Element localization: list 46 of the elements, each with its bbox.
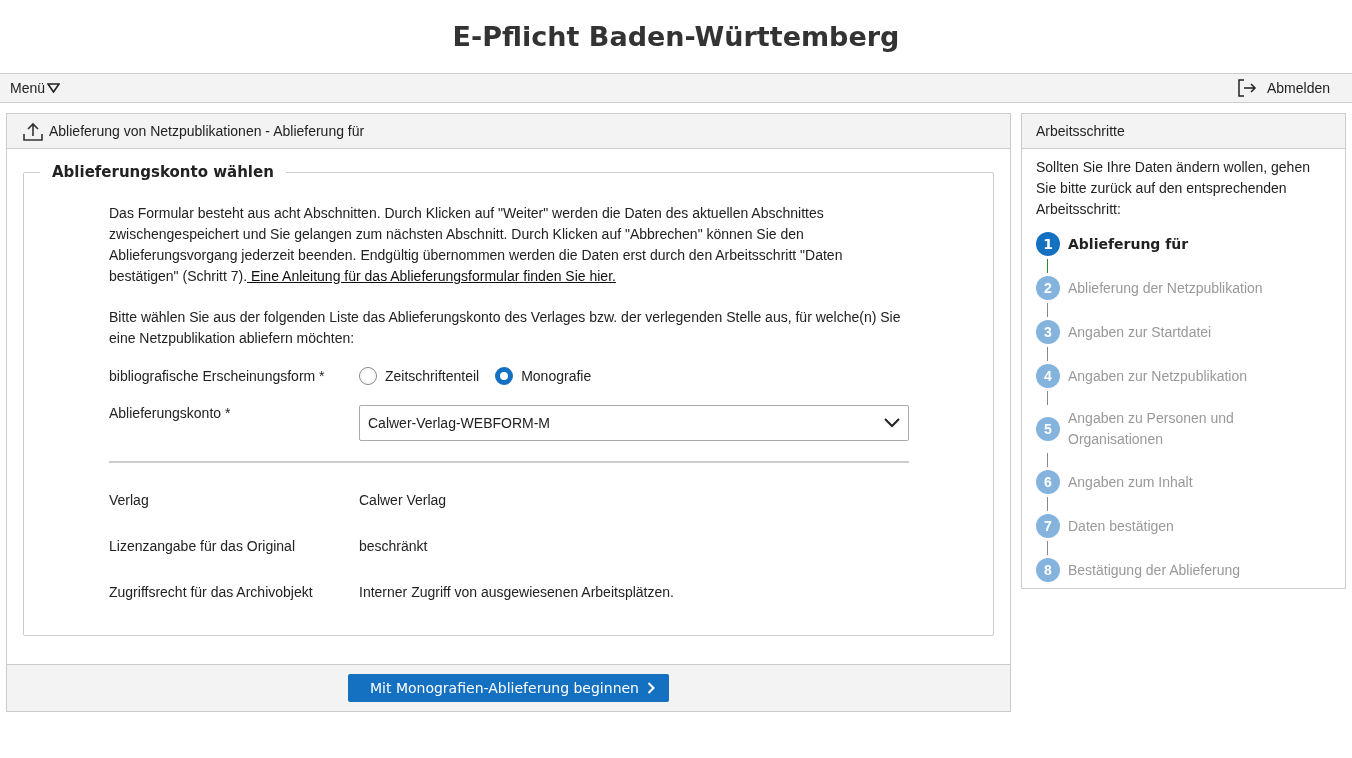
step-number: 1: [1036, 232, 1060, 256]
step-number: 7: [1036, 514, 1060, 538]
radio-label: Zeitschriftenteil: [385, 368, 480, 384]
step-item[interactable]: 6 Angaben zum Inhalt: [1036, 470, 1331, 494]
caret-icon: [47, 83, 61, 93]
step-item[interactable]: 4 Angaben zur Netzpublikation: [1036, 364, 1331, 388]
page-title: E-Pflicht Baden-Württemberg: [451, 20, 901, 54]
guide-link[interactable]: Eine Anleitung für das Ablieferungsformular finden Sie hier.: [247, 268, 616, 284]
field-label: Ablieferungskonto *: [109, 405, 232, 421]
detail-value: Interner Zugriff von ausgewiesenen Arbeitsplätzen.: [359, 584, 674, 600]
steps-hint: Sollten Sie Ihre Daten ändern wollen, gehen Sie bitte zurück auf den entsprechenden Arbeitsschritt:: [1036, 158, 1311, 219]
detail-value: beschränkt: [359, 538, 428, 554]
upload-icon: [23, 121, 43, 141]
radio-option[interactable]: Zeitschriftenteil: [359, 367, 480, 385]
step-item[interactable]: 8 Bestätigung der Ablieferung: [1036, 558, 1331, 582]
detail-label: Zugriffsrecht für das Archivobjekt: [109, 584, 314, 600]
start-button[interactable]: Mit Monografien-Ablieferung beginnen: [348, 674, 669, 702]
radio-button[interactable]: [495, 367, 514, 385]
panel-title: Arbeitsschritte: [1036, 123, 1125, 139]
menu-button[interactable]: Menü: [10, 80, 61, 96]
instruction-text: Bitte wählen Sie aus der folgenden Liste das Ablieferungskonto des Verlages bzw. der verlegenden Stelle aus, für welche(n) Sie eine Netzpublikation abliefern möchten:: [109, 308, 902, 348]
field-label: bibliografische Erscheinungsform *: [109, 368, 326, 384]
chevron-right-icon: [647, 682, 655, 694]
step-item[interactable]: 7 Daten bestätigen: [1036, 514, 1331, 538]
step-number: 8: [1036, 558, 1060, 582]
chevron-down-icon: [884, 418, 900, 428]
radio-label: Monografie: [521, 368, 592, 384]
step-item[interactable]: 1 Ablieferung für: [1036, 232, 1331, 256]
step-item[interactable]: 5 Angaben zu Personen und Organisationen: [1036, 408, 1331, 450]
panel-title: Ablieferung von Netzpublikationen - Ablieferung für: [49, 123, 365, 139]
account-dropdown[interactable]: Calwer-Verlag-WEBFORM-M: [359, 405, 909, 441]
step-number: 4: [1036, 364, 1060, 388]
detail-value: Calwer Verlag: [359, 492, 447, 508]
step-item[interactable]: 3 Angaben zur Startdatei: [1036, 320, 1331, 344]
logout-icon: [1236, 79, 1257, 97]
logout-button[interactable]: Abmelden: [1236, 79, 1330, 97]
detail-label: Verlag: [109, 492, 150, 508]
step-number: 2: [1036, 276, 1060, 300]
detail-label: Lizenzangabe für das Original: [109, 538, 296, 554]
step-number: 3: [1036, 320, 1060, 344]
radio-option[interactable]: Monografie: [495, 367, 592, 385]
step-number: 5: [1036, 417, 1060, 441]
intro-paragraph: Das Formular besteht aus acht Abschnitten. Durch Klicken auf "Weiter" werden die Daten des aktuellen Abschnittes zwischengespeichert und Sie gelangen zum nächsten Abschnitt. Durch Klicken auf "Abbrechen" können Sie den Ablieferungsvorgang jederzeit beenden. Endgültig übernommen werden die Daten erst durch den Arbeitsschritt "Daten bestätigen" (Schritt 7). Eine Anleitung für das Ablieferungsformular finden Sie hier.: [109, 204, 844, 286]
fieldset-legend: Ablieferungskonto wählen: [40, 163, 286, 181]
step-item[interactable]: 2 Ablieferung der Netzpublikation: [1036, 276, 1331, 300]
step-number: 6: [1036, 470, 1060, 494]
